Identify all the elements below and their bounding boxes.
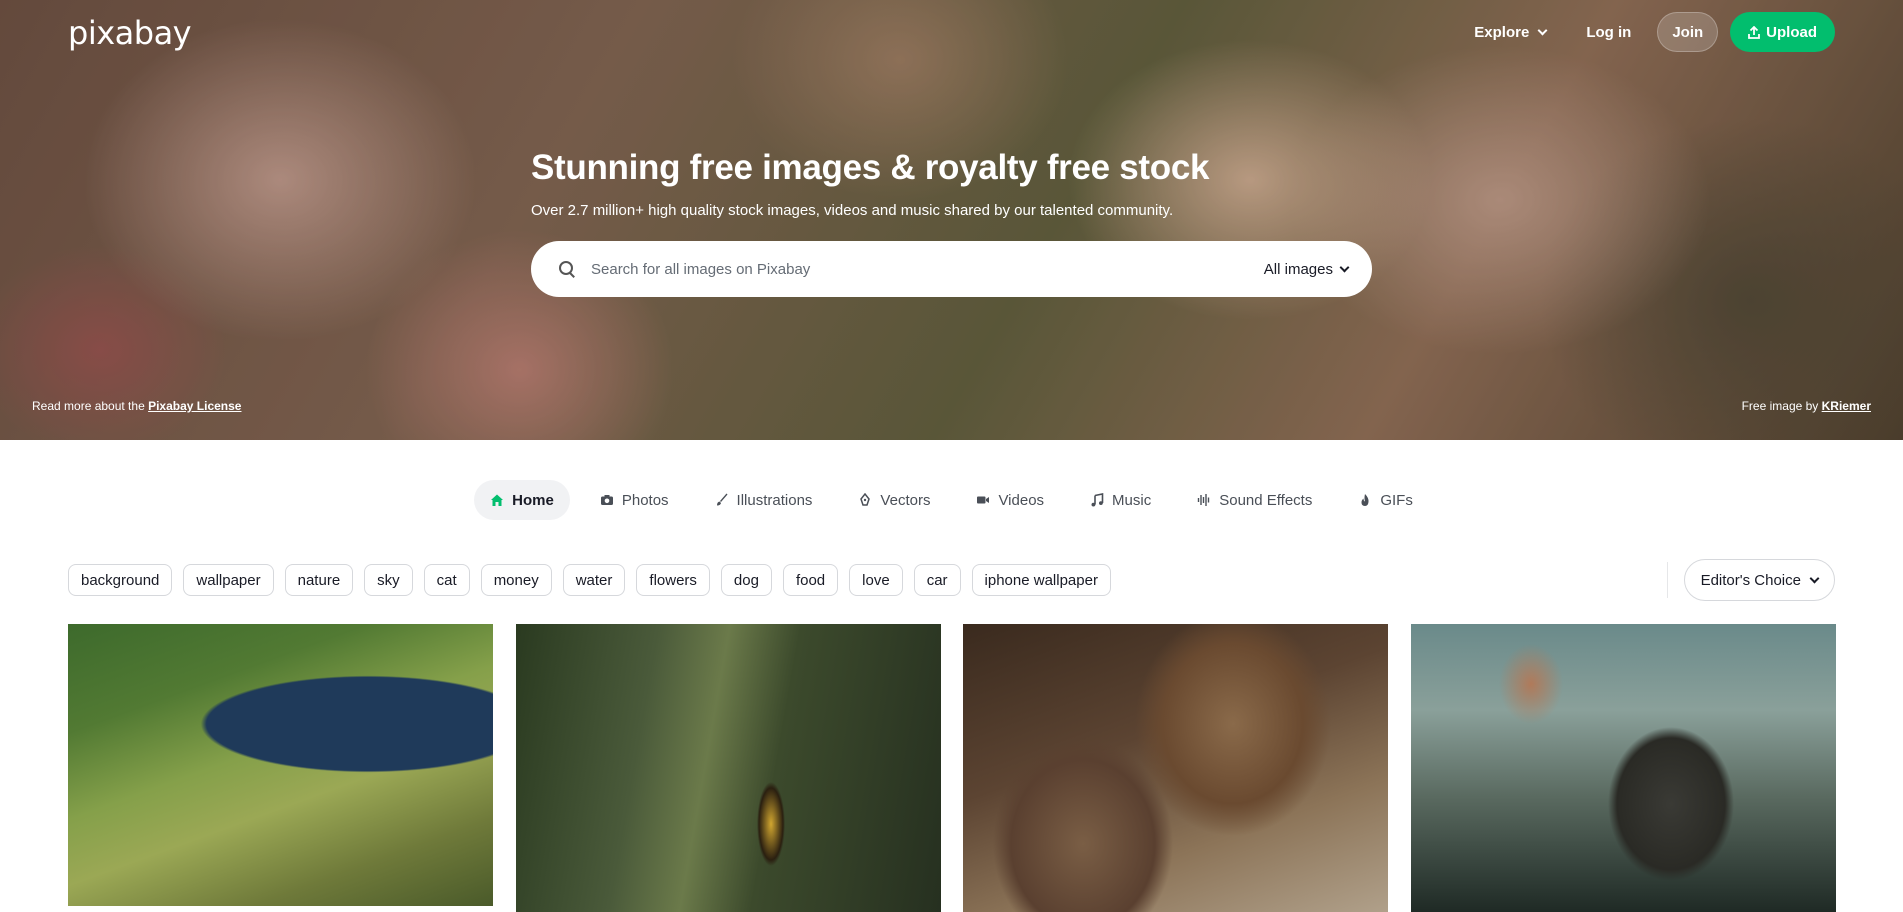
tab-photos[interactable]: Photos [584,480,685,520]
sort-label: Editor's Choice [1700,571,1801,589]
tab-label: GIFs [1380,491,1413,509]
license-prefix: Read more about the [32,399,145,413]
tag-chip[interactable]: sky [364,564,413,596]
join-button[interactable]: Join [1657,12,1719,52]
waveform-icon [1198,494,1210,506]
brush-icon [716,493,728,506]
tab-label: Photos [621,491,669,509]
tab-illustrations[interactable]: Illustrations [699,480,829,520]
nav-actions: Explore Log in Join Upload [1460,12,1835,52]
credit-author-link[interactable]: KRiemer [1822,399,1871,413]
tab-sound-effects[interactable]: Sound Effects [1181,480,1328,520]
tag-chip[interactable]: flowers [636,564,710,596]
tag-chip[interactable]: cat [423,564,470,596]
pixabay-logo[interactable]: pixabay [68,14,192,52]
sort-dropdown[interactable]: Editor's Choice [1683,559,1835,601]
image-thumbnail[interactable] [68,624,493,906]
tag-chip[interactable]: background [68,564,173,596]
media-type-dropdown[interactable]: All images [1263,260,1350,278]
image-credit: Free image by KRiemer [1742,399,1871,413]
tab-videos[interactable]: Videos [960,480,1060,520]
video-icon [977,496,990,504]
tag-chip[interactable]: food [782,564,839,596]
home-icon [491,494,504,506]
search-bar: All images [531,241,1372,297]
tab-label: Sound Effects [1219,491,1313,509]
divider [1667,562,1668,598]
upload-label: Upload [1766,23,1817,41]
media-tabs: Home Photos Illustrations Vectors Videos [0,480,1903,520]
hero-title: Stunning free images & royalty free stoc… [531,148,1210,187]
login-link[interactable]: Log in [1572,14,1645,51]
tag-chip[interactable]: water [562,564,626,596]
explore-menu[interactable]: Explore [1460,14,1560,51]
license-link[interactable]: Pixabay License [148,399,241,413]
upload-button[interactable]: Upload [1730,12,1835,52]
tag-chip[interactable]: love [849,564,903,596]
tab-label: Videos [998,491,1045,509]
tab-label: Home [512,491,554,509]
flame-icon [1361,494,1369,506]
tab-vectors[interactable]: Vectors [842,480,946,520]
hero-subtitle: Over 2.7 million+ high quality stock ima… [531,202,1174,219]
credit-prefix: Free image by [1741,399,1819,413]
tab-label: Illustrations [736,491,813,509]
tab-gifs[interactable]: GIFs [1342,480,1429,520]
search-input[interactable] [591,260,1264,278]
tab-music[interactable]: Music [1074,480,1167,520]
tab-label: Vectors [880,491,931,509]
tag-chip[interactable]: iphone wallpaper [971,564,1111,596]
search-icon[interactable] [559,261,575,277]
chevron-down-icon [1339,262,1350,272]
tag-chip[interactable]: money [480,564,552,596]
tab-label: Music [1112,491,1152,509]
popular-tags: background wallpaper nature sky cat mone… [68,564,1111,596]
tag-chip[interactable]: nature [284,564,354,596]
chevron-down-icon [1537,25,1548,35]
tag-chip[interactable]: car [913,564,961,596]
camera-icon [600,495,613,505]
license-note: Read more about the Pixabay License [32,399,241,413]
image-grid [68,624,1836,912]
tag-chip[interactable]: wallpaper [183,564,274,596]
top-navigation: pixabay Explore Log in Join Upload [0,0,1903,64]
explore-label: Explore [1474,23,1530,41]
chevron-down-icon [1809,573,1820,583]
image-thumbnail[interactable] [516,624,941,912]
media-type-label: All images [1263,260,1333,278]
image-thumbnail[interactable] [963,624,1388,912]
upload-icon [1748,25,1761,39]
pen-nib-icon [860,493,871,506]
music-icon [1091,493,1104,507]
tag-chip[interactable]: dog [720,564,772,596]
tab-home[interactable]: Home [474,480,570,520]
image-thumbnail[interactable] [1411,624,1836,912]
hero-banner: pixabay Explore Log in Join Upload Stunn… [0,0,1903,440]
hero-content: Stunning free images & royalty free stoc… [531,148,1372,297]
